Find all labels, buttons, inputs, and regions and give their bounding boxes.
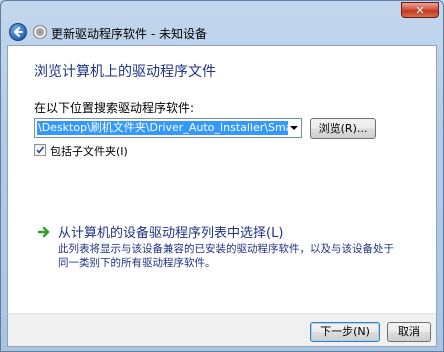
green-arrow-icon	[38, 226, 50, 238]
checkmark-icon	[36, 146, 45, 154]
include-subfolders-label[interactable]: 包括子文件夹(I)	[50, 143, 128, 159]
wizard-header: 更新驱动程序软件 - 未知设备	[7, 21, 437, 45]
browse-button[interactable]: 浏览(R)...	[310, 118, 376, 139]
pick-from-list-option[interactable]: 从计算机的设备驱动程序列表中选择(L) 此列表将显示与该设备兼容的已安装的驱动程…	[38, 222, 428, 282]
device-icon	[33, 25, 47, 39]
back-arrow-icon	[14, 27, 23, 37]
close-button[interactable]: ✕	[401, 2, 439, 18]
wizard-window: ✕ 更新驱动程序软件 - 未知设备 浏览计算机上的驱动程序文件 在以下位置搜索驱…	[0, 0, 444, 352]
content-panel: 浏览计算机上的驱动程序文件 在以下位置搜索驱动程序软件: \Desktop\刷机…	[7, 45, 437, 313]
pick-from-list-description: 此列表将显示与该设备兼容的已安装的驱动程序软件，以及与该设备处于同一类别下的所有…	[58, 243, 394, 269]
button-bar: 下一步(N) 取消	[7, 313, 437, 347]
next-button[interactable]: 下一步(N)	[310, 322, 380, 342]
page-title: 浏览计算机上的驱动程序文件	[34, 64, 216, 80]
cancel-button[interactable]: 取消	[387, 322, 431, 342]
search-location-label: 在以下位置搜索驱动程序软件:	[34, 101, 195, 115]
driver-path-input[interactable]: \Desktop\刷机文件夹\Driver_Auto_Installer\Sma…	[37, 121, 288, 135]
back-button[interactable]	[9, 23, 27, 41]
title-bar: ✕	[1, 1, 443, 21]
driver-path-combobox[interactable]: \Desktop\刷机文件夹\Driver_Auto_Installer\Sma…	[34, 118, 302, 138]
pick-from-list-title[interactable]: 从计算机的设备驱动程序列表中选择(L)	[58, 222, 283, 241]
window-title: 更新驱动程序软件 - 未知设备	[51, 27, 207, 41]
chevron-down-icon[interactable]	[290, 126, 298, 130]
include-subfolders-checkbox[interactable]	[34, 144, 46, 156]
